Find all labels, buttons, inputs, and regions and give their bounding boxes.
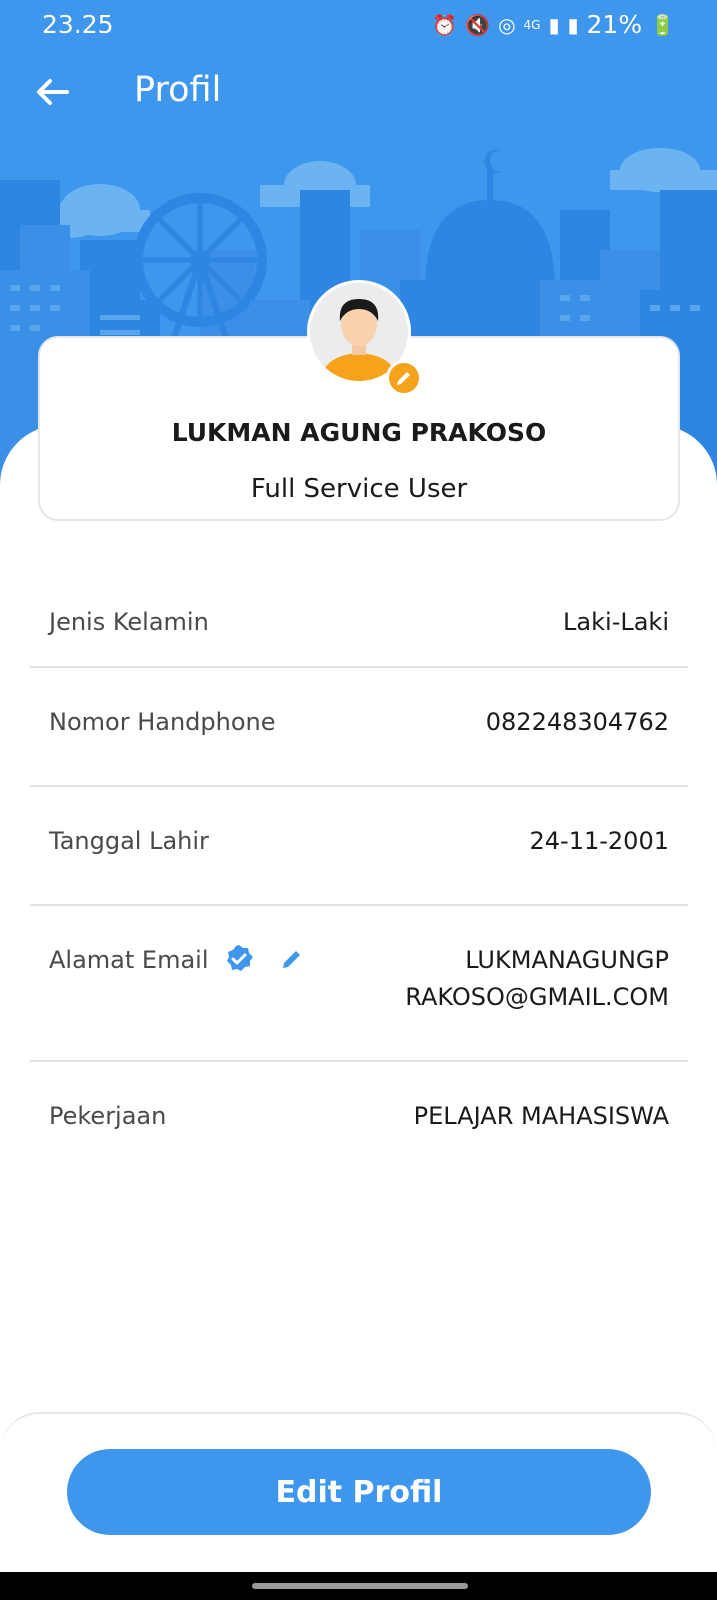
signal-icon-2: ▮ [567, 12, 579, 37]
status-icons: ⏰ 🔇 ◎ 4G ▮ ▮ 21% 🔋 [432, 10, 675, 39]
gender-label: Jenis Kelamin [49, 608, 209, 636]
hotspot-icon: ◎ [498, 12, 516, 37]
network-type-label: 4G [523, 17, 541, 32]
profile-role: Full Service User [250, 474, 468, 504]
birthdate-value: 24-11-2001 [529, 827, 669, 855]
avatar-edit-button[interactable] [386, 360, 422, 396]
phone-value: 082248304762 [485, 708, 669, 736]
email-value-line1: LUKMANAGUNGP [465, 946, 669, 974]
arrow-left-icon [37, 79, 69, 105]
verified-badge-icon [227, 945, 253, 971]
page-title: Profil [134, 70, 222, 110]
mute-icon: 🔇 [465, 12, 491, 37]
email-icons [224, 944, 304, 974]
birthdate-label: Tanggal Lahir [49, 827, 209, 855]
info-row-email: Alamat Email LUKMANAGUNGP RAKOSO@GMAIL.C… [30, 906, 688, 1062]
edit-email-icon[interactable] [280, 947, 304, 971]
info-row-gender: Jenis Kelamin Laki-Laki [30, 580, 688, 668]
home-gesture-handle[interactable] [252, 1583, 468, 1589]
occupation-label: Pekerjaan [49, 1102, 167, 1130]
signal-icon: ▮ [548, 12, 560, 37]
phone-label: Nomor Handphone [49, 708, 276, 736]
battery-charging-icon: 🔋 [650, 12, 675, 37]
battery-percent: 21% [586, 10, 643, 39]
edit-profile-button[interactable]: Edit Profil [67, 1449, 651, 1535]
alarm-icon: ⏰ [432, 12, 458, 37]
back-button[interactable] [30, 70, 74, 114]
occupation-value: PELAJAR MAHASISWA [413, 1102, 669, 1130]
info-row-phone: Nomor Handphone 082248304762 [30, 668, 688, 787]
email-label: Alamat Email [49, 946, 209, 974]
status-bar: 23.25 ⏰ 🔇 ◎ 4G ▮ ▮ 21% 🔋 [0, 0, 717, 50]
info-row-occupation: Pekerjaan PELAJAR MAHASISWA [30, 1062, 688, 1172]
profile-name: LUKMAN AGUNG PRAKOSO [171, 418, 547, 447]
pencil-icon [397, 372, 410, 385]
info-row-birthdate: Tanggal Lahir 24-11-2001 [30, 787, 688, 906]
email-value-line2: RAKOSO@GMAIL.COM [405, 983, 669, 1011]
gender-value: Laki-Laki [563, 608, 669, 636]
system-nav-bar [0, 1572, 717, 1600]
status-time: 23.25 [42, 10, 114, 39]
